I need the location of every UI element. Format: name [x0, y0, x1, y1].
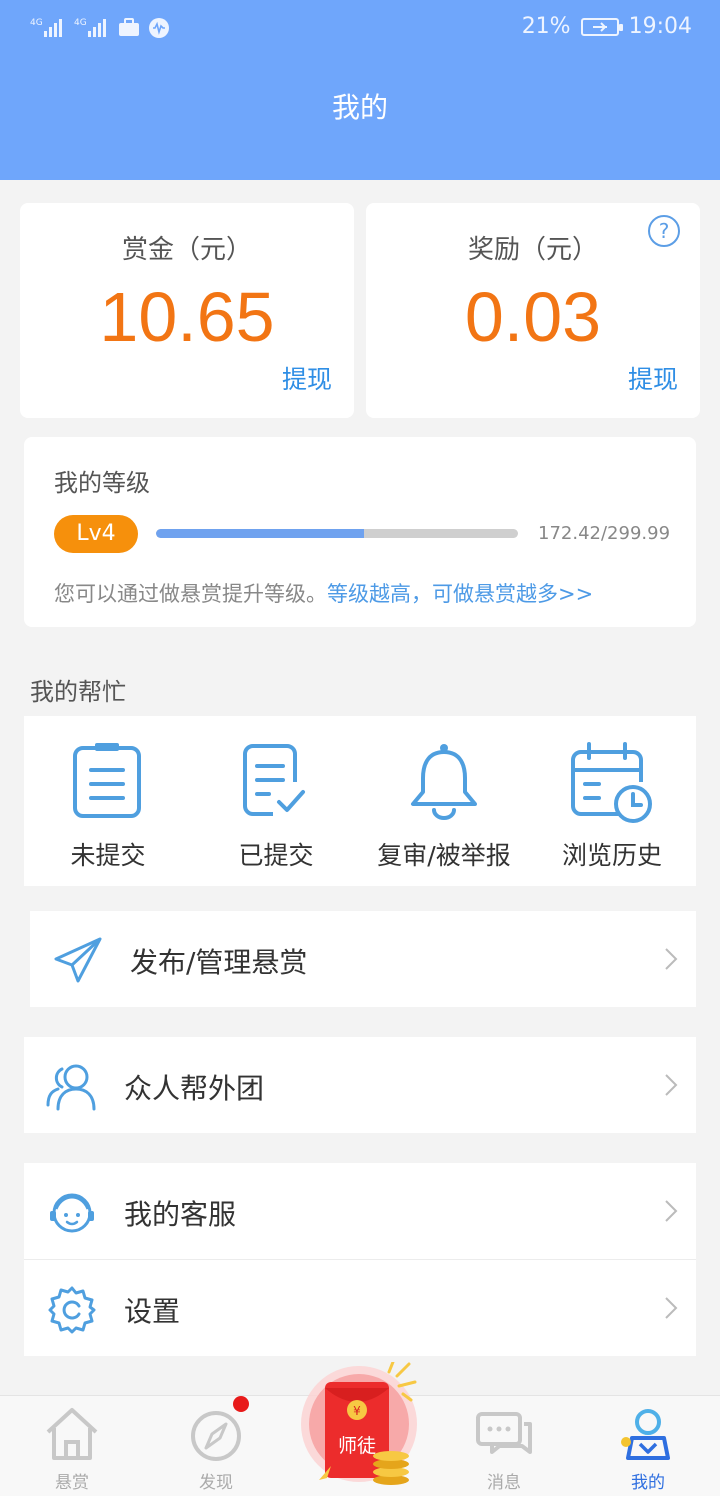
menu-team-label: 众人帮外团	[124, 1072, 265, 1105]
tab-master-apprentice[interactable]: ¥ 师徒	[299, 1360, 421, 1488]
level-description: 您可以通过做悬赏提升等级。等级越高，可做悬赏越多>>	[54, 578, 593, 608]
level-progress-fill	[156, 529, 365, 538]
help-item-review-reported[interactable]: 复审/被举报	[360, 716, 528, 886]
level-progress-bar	[156, 529, 518, 538]
voice-icon	[149, 18, 169, 38]
compass-icon	[191, 1411, 241, 1461]
menu-publish-manage[interactable]: 发布/管理悬赏	[30, 911, 696, 1007]
clock: 19:04	[628, 14, 692, 39]
paper-plane-icon	[54, 937, 102, 983]
home-icon	[46, 1408, 98, 1460]
tab-discover[interactable]: 发现	[156, 1396, 276, 1496]
menu-settings[interactable]: 设置	[24, 1260, 696, 1356]
briefcase-icon	[119, 18, 139, 36]
network-1-text: 4G	[30, 18, 43, 28]
network-2-text: 4G	[74, 18, 87, 28]
help-item-label: 复审/被举报	[377, 841, 511, 870]
menu-publish-label: 发布/管理悬赏	[130, 946, 308, 979]
chevron-right-icon	[665, 1297, 678, 1319]
help-item-label: 浏览历史	[561, 841, 662, 870]
reward-withdraw-button[interactable]: 提现	[628, 360, 678, 396]
tab-master-label: 师徒	[338, 1435, 376, 1457]
tab-label: 我的	[631, 1473, 665, 1493]
status-right: 21% 19:04	[522, 14, 692, 39]
battery-icon	[580, 17, 623, 36]
tab-messages[interactable]: 消息	[444, 1396, 564, 1496]
menu-team[interactable]: 众人帮外团	[24, 1037, 696, 1133]
clipboard-icon	[73, 743, 141, 818]
level-title: 我的等级	[54, 469, 150, 497]
level-info-link[interactable]: 等级越高，可做悬赏越多>>	[327, 582, 593, 606]
bounty-value: 10.65	[99, 278, 275, 356]
level-badge: Lv4	[54, 515, 138, 553]
my-help-title: 我的帮忙	[30, 678, 126, 706]
chevron-right-icon	[665, 1200, 678, 1222]
help-item-label: 已提交	[238, 841, 314, 870]
gear-icon	[48, 1286, 96, 1334]
chevron-right-icon	[665, 948, 678, 970]
bounty-withdraw-button[interactable]: 提现	[282, 360, 332, 396]
red-envelope-icon: ¥ 师徒	[301, 1360, 417, 1485]
header: 4G 4G 21% 19:04 我的	[0, 0, 720, 180]
headset-agent-icon	[50, 1193, 94, 1233]
clipboard-check-icon	[243, 744, 305, 816]
bounty-label: 赏金（元）	[121, 235, 252, 265]
chat-icon	[476, 1412, 532, 1454]
tab-label: 消息	[487, 1473, 521, 1493]
status-bar: 4G 4G 21% 19:04	[0, 0, 720, 58]
tab-bounty[interactable]: 悬赏	[12, 1396, 132, 1496]
reward-value: 0.03	[464, 278, 602, 356]
tab-label: 悬赏	[55, 1473, 89, 1493]
users-icon	[46, 1064, 96, 1111]
help-item-label: 未提交	[70, 841, 146, 870]
battery-percent: 21%	[521, 14, 571, 39]
my-help-grid: 未提交 已提交 复审/被举报 浏览历史	[24, 716, 696, 886]
tab-label: 发现	[199, 1473, 233, 1493]
notification-dot	[233, 1396, 249, 1412]
help-item-not-submitted[interactable]: 未提交	[24, 716, 192, 886]
menu-settings-label: 设置	[124, 1295, 181, 1328]
envelope-glyph: ¥	[353, 1404, 361, 1418]
reward-label: 奖励（元）	[467, 235, 598, 265]
signal-icon: 4G	[30, 18, 62, 37]
help-item-history[interactable]: 浏览历史	[528, 716, 696, 886]
status-left: 4G 4G	[30, 16, 170, 40]
level-progress-text: 172.42/299.99	[538, 523, 671, 544]
tab-mine[interactable]: 我的	[588, 1396, 708, 1496]
menu-service-label: 我的客服	[124, 1198, 237, 1231]
help-item-submitted[interactable]: 已提交	[192, 716, 360, 886]
level-card: 我的等级 Lv4 172.42/299.99 您可以通过做悬赏提升等级。等级越高…	[24, 437, 696, 627]
bounty-card: 赏金（元） 10.65 提现	[20, 203, 354, 418]
reward-card: ? 奖励（元） 0.03 提现	[366, 203, 700, 418]
bell-icon	[411, 744, 477, 820]
chevron-right-icon	[665, 1074, 678, 1096]
page-title: 我的	[331, 91, 388, 124]
user-icon	[621, 1409, 670, 1460]
menu-customer-service[interactable]: 我的客服	[24, 1163, 696, 1259]
signal-icon-2: 4G	[74, 18, 106, 37]
calendar-clock-icon	[571, 742, 652, 823]
level-desc-text: 您可以通过做悬赏提升等级。	[54, 582, 327, 606]
